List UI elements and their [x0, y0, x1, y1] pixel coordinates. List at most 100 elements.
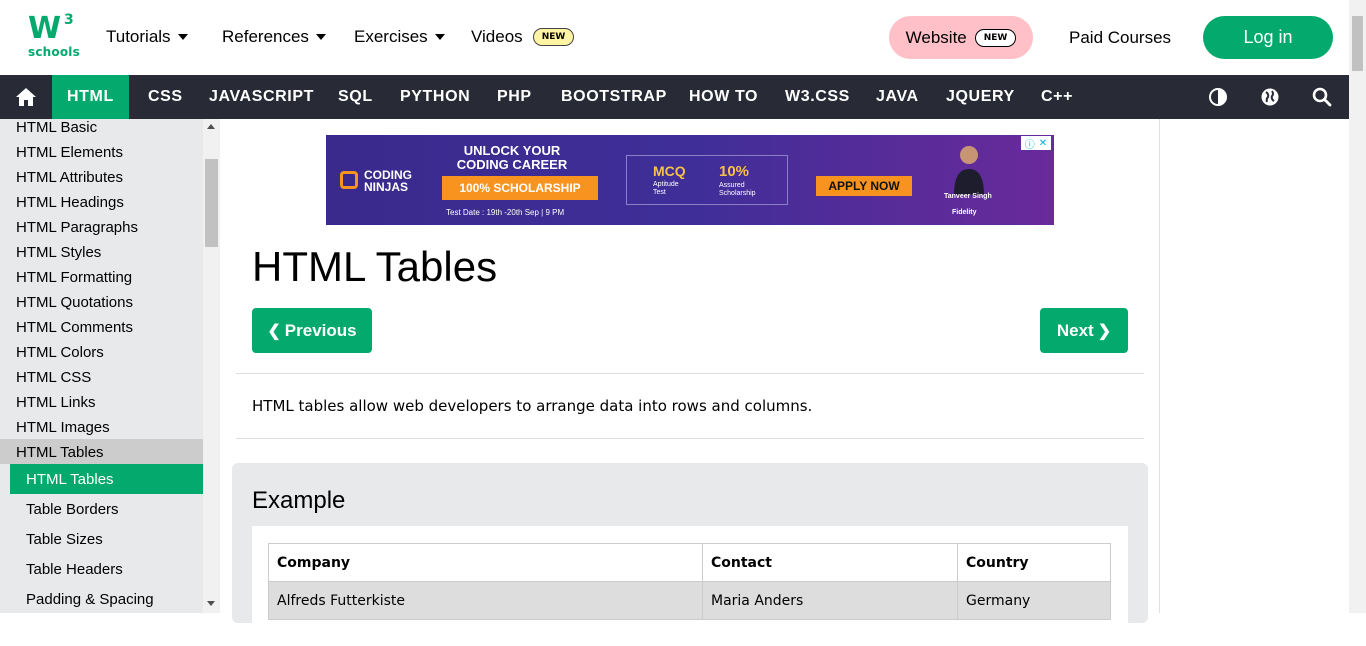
topic-bootstrap[interactable]: BOOTSTRAP [561, 75, 667, 119]
previous-button[interactable]: ❮ Previous [252, 308, 372, 353]
sidebar-subitem-table-headers[interactable]: Table Headers [26, 561, 123, 578]
next-button[interactable]: Next ❯ [1040, 308, 1128, 353]
info-icon[interactable]: ⓘ [1025, 136, 1035, 151]
percent-sub: Assured Scholarship [719, 182, 756, 198]
table-row: Alfreds Futterkiste Maria Anders Germany [268, 581, 1111, 620]
next-label: Next [1056, 320, 1094, 340]
contrast-icon[interactable] [1208, 87, 1228, 107]
ad-banner[interactable]: CODING NINJAS UNLOCK YOUR CODING CAREER … [326, 135, 1054, 225]
sidebar-item-html-formatting[interactable]: HTML Formatting [16, 269, 132, 286]
previous-label: Previous [284, 320, 357, 340]
nav-exercises[interactable]: Exercises [354, 27, 445, 47]
nav-references[interactable]: References [222, 27, 326, 47]
nav-tutorials[interactable]: Tutorials [106, 27, 188, 47]
sidebar-item-html-links[interactable]: HTML Links [16, 394, 95, 411]
person-photo [954, 146, 984, 195]
page-title: HTML Tables [252, 243, 498, 290]
close-icon[interactable]: ✕ [1039, 138, 1047, 149]
table-header-row: Company Contact Country [268, 543, 1111, 582]
topic-jquery[interactable]: JQUERY [946, 75, 1015, 119]
globe-icon[interactable] [1260, 87, 1280, 107]
divider [236, 373, 1144, 374]
topic-html[interactable]: HTML [52, 75, 129, 119]
example-heading: Example [252, 487, 346, 514]
example-output: Company Contact Country Alfreds Futterki… [252, 526, 1128, 646]
sidebar-subitem-table-borders[interactable]: Table Borders [26, 501, 119, 518]
logo-superscript: 3 [64, 12, 74, 28]
sidebar-item-html-images[interactable]: HTML Images [16, 419, 110, 436]
apply-now-button[interactable]: APPLY NOW [816, 176, 912, 196]
page-scrollbar[interactable] [1349, 0, 1366, 613]
topic-sql[interactable]: SQL [338, 75, 373, 119]
website-label: Website [905, 27, 967, 47]
table-header-cell: Country [957, 543, 1111, 582]
table-cell: Germany [957, 581, 1111, 620]
ad-choices[interactable]: ⓘ ✕ [1021, 136, 1051, 151]
mcq-box: MCQ Aptitude Test 10% Assured Scholarshi… [626, 155, 788, 205]
nav-videos[interactable]: Videos NEW [471, 27, 575, 47]
sidebar-scroll-thumb[interactable] [205, 159, 218, 247]
scroll-down-icon[interactable] [207, 601, 215, 606]
ad-headline: UNLOCK YOUR CODING CAREER [452, 144, 572, 172]
login-button[interactable]: Log in [1203, 16, 1333, 59]
table-header-cell: Company [268, 543, 703, 582]
sidebar-item-html-comments[interactable]: HTML Comments [16, 319, 133, 336]
sidebar-item-html-headings[interactable]: HTML Headings [16, 194, 124, 211]
topic-howto[interactable]: HOW TO [689, 75, 758, 119]
ad-date: Test Date : 19th -20th Sep | 9 PM [446, 208, 565, 217]
topic-java[interactable]: JAVA [876, 75, 919, 119]
website-button[interactable]: Website NEW [889, 16, 1033, 59]
ad-headline-2: CODING CAREER [456, 157, 568, 172]
caret-down-icon [315, 34, 326, 40]
sidebar-item-html-colors[interactable]: HTML Colors [16, 344, 104, 361]
nav-tutorials-label: Tutorials [106, 27, 171, 46]
example-table: Company Contact Country Alfreds Futterki… [268, 543, 1111, 620]
sidebar-item-html-attributes[interactable]: HTML Attributes [16, 169, 123, 186]
paid-courses-link[interactable]: Paid Courses [1069, 28, 1171, 48]
new-badge: NEW [532, 28, 575, 46]
sidebar-scrollbar[interactable] [203, 119, 220, 613]
topic-python[interactable]: PYTHON [400, 75, 470, 119]
sidebar-item-html-css[interactable]: HTML CSS [16, 369, 91, 386]
content-divider [1159, 119, 1160, 613]
page-scroll-thumb[interactable] [1352, 16, 1363, 71]
logo-text: schools [28, 45, 80, 59]
caret-down-icon [434, 34, 445, 40]
topic-navbar: HTML CSS JAVASCRIPT SQL PYTHON PHP BOOTS… [0, 75, 1349, 119]
nav-references-label: References [222, 27, 309, 46]
search-icon[interactable] [1312, 87, 1332, 107]
top-header: W 3 schools Tutorials References Exercis… [0, 0, 1366, 75]
divider [236, 438, 1144, 439]
caret-down-icon [177, 34, 188, 40]
home-icon [16, 88, 36, 106]
mcq-sub-1: Aptitude [653, 181, 679, 188]
sidebar-item-html-basic[interactable]: HTML Basic [16, 119, 97, 136]
brand-line-2: NINJAS [364, 180, 409, 194]
sidebar-section-label: HTML Tables [16, 444, 104, 461]
coding-ninjas-icon [340, 171, 358, 189]
topic-cpp[interactable]: C++ [1041, 75, 1073, 119]
new-badge: NEW [974, 28, 1017, 47]
sidebar-item-html-styles[interactable]: HTML Styles [16, 244, 101, 261]
logo-mark: W [28, 11, 61, 46]
person-name: Tanveer Singh [944, 193, 992, 200]
w3schools-logo[interactable]: W 3 schools [28, 11, 80, 62]
percent-sub-2: Scholarship [719, 190, 756, 197]
home-button[interactable] [0, 75, 52, 119]
topic-w3css[interactable]: W3.CSS [785, 75, 850, 119]
mcq-label: MCQ [653, 163, 686, 179]
sidebar-subitem-html-tables: HTML Tables [26, 471, 114, 488]
sidebar-subitem-table-sizes[interactable]: Table Sizes [26, 531, 103, 548]
sidebar-item-html-paragraphs[interactable]: HTML Paragraphs [16, 219, 138, 236]
sidebar-item-html-quotations[interactable]: HTML Quotations [16, 294, 133, 311]
sidebar: HTML Basic HTML Elements HTML Attributes… [0, 119, 220, 613]
sidebar-item-html-elements[interactable]: HTML Elements [16, 144, 123, 161]
sponsor-name: Fidelity [952, 209, 977, 216]
topic-php[interactable]: PHP [497, 75, 532, 119]
scholarship-banner: 100% SCHOLARSHIP [442, 176, 598, 200]
topic-javascript[interactable]: JAVASCRIPT [209, 75, 314, 119]
topic-css[interactable]: CSS [148, 75, 183, 119]
sidebar-subitem-padding-spacing[interactable]: Padding & Spacing [26, 591, 154, 608]
scroll-up-icon[interactable] [207, 124, 215, 129]
table-cell: Alfreds Futterkiste [268, 581, 703, 620]
